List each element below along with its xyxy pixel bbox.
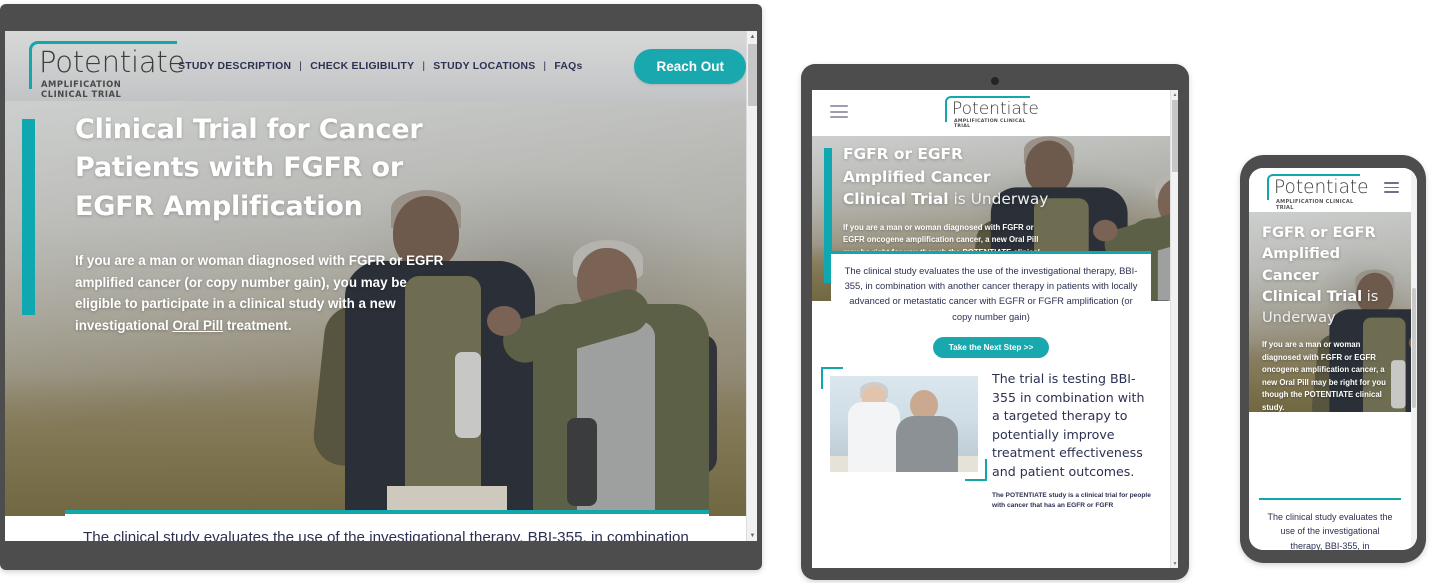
tablet-scrollbar-thumb[interactable] (1172, 100, 1178, 172)
scroll-up-arrow-icon[interactable]: ▲ (1171, 90, 1178, 99)
mobile-study-panel-text: The clinical study evaluates the use of … (1267, 512, 1393, 550)
nav-item-faqs[interactable]: FAQs (554, 61, 582, 72)
hero-heading: FGFR or EGFR Amplified Cancer Clinical T… (843, 143, 1058, 211)
tablet-camera-icon (991, 77, 999, 85)
tablet-study-panel-text: The clinical study evaluates the use of … (844, 265, 1138, 322)
logo-wordmark: Potentiate (1274, 177, 1369, 198)
mobile-viewport: Potentiate AMPLIFICATION CLINICAL TRIAL (1249, 168, 1411, 550)
desktop-site-header: Potentiate AMPLIFICATION CLINICAL TRIAL … (5, 31, 746, 101)
tablet-screen: Potentiate AMPLIFICATION CLINICAL TRIAL (812, 90, 1178, 568)
hero-copy-block: Clinical Trial for Cancer Patients with … (75, 111, 475, 337)
tablet-viewport: Potentiate AMPLIFICATION CLINICAL TRIAL (812, 90, 1170, 568)
logo-tagline: AMPLIFICATION CLINICAL TRIAL (1276, 199, 1354, 211)
take-next-step-button[interactable]: Take the Next Step >> (932, 336, 1050, 358)
doctor-patient-photo (830, 376, 978, 472)
nav-separator: | (422, 60, 426, 72)
tablet-study-panel: The clinical study evaluates the use of … (831, 251, 1151, 372)
tablet-lower-section: The trial is testing BBI-355 in combinat… (812, 358, 1170, 511)
hero-heading-line-3-bold: Clinical Trial (1262, 287, 1363, 305)
hero-heading-line-2: Patients with FGFR or (75, 152, 403, 184)
hero-heading-line-2: Amplified Cancer (1262, 245, 1341, 284)
hero-heading-line-4-light: Underway (1262, 309, 1336, 327)
nav-item-study-locations[interactable]: STUDY LOCATIONS (433, 61, 535, 72)
desktop-viewport: Potentiate AMPLIFICATION CLINICAL TRIAL … (5, 31, 746, 541)
hero-accent-bar (22, 119, 35, 315)
tablet-lower-heading: The trial is testing BBI-355 in combinat… (992, 371, 1145, 479)
hero-heading-line-2: Amplified Cancer (843, 167, 991, 186)
logo-wordmark: Potentiate (952, 99, 1039, 119)
desktop-screen: Potentiate AMPLIFICATION CLINICAL TRIAL … (5, 31, 757, 541)
hamburger-menu-icon[interactable] (1384, 182, 1399, 193)
hero-paragraph: If you are a man or woman diagnosed with… (75, 250, 447, 337)
desktop-main-nav: STUDY DESCRIPTION | CHECK ELIGIBILITY | … (178, 61, 582, 72)
tablet-scrollbar[interactable]: ▲ ▼ (1170, 90, 1178, 568)
hero-paragraph: If you are a man or woman diagnosed with… (1262, 340, 1386, 412)
hero-copy-block: FGFR or EGFR Amplified Cancer Clinical T… (1262, 222, 1392, 412)
mobile-device-frame: Potentiate AMPLIFICATION CLINICAL TRIAL (1240, 155, 1426, 563)
desktop-scrollbar-thumb[interactable] (748, 44, 757, 106)
mobile-study-panel: The clinical study evaluates the use of … (1259, 498, 1401, 550)
hero-heading: Clinical Trial for Cancer Patients with … (75, 111, 475, 226)
tablet-site-header: Potentiate AMPLIFICATION CLINICAL TRIAL (812, 90, 1170, 136)
hamburger-menu-icon[interactable] (830, 105, 848, 118)
responsive-mockup-stage: Potentiate AMPLIFICATION CLINICAL TRIAL … (0, 0, 1446, 583)
hero-oral-pill-link[interactable]: Oral Pill (172, 318, 223, 333)
desktop-study-panel-text: The clinical study evaluates the use of … (83, 529, 689, 541)
mobile-scrollbar-thumb[interactable] (1412, 288, 1416, 408)
hero-heading-line-3-bold: Clinical Trial (843, 190, 949, 209)
nav-separator: | (299, 60, 303, 72)
hero-heading-line-3-light: is Underway (948, 190, 1049, 209)
mobile-scrollbar[interactable] (1411, 168, 1417, 550)
nav-item-study-description[interactable]: STUDY DESCRIPTION (178, 61, 291, 72)
tablet-lower-fine-print: The POTENTIATE study is a clinical trial… (992, 492, 1151, 509)
reach-out-button[interactable]: Reach Out (634, 48, 746, 84)
mobile-hero-section: FGFR or EGFR Amplified Cancer Clinical T… (1249, 212, 1411, 412)
desktop-study-panel: The clinical study evaluates the use of … (65, 510, 709, 541)
hero-heading-line-1: Clinical Trial for Cancer (75, 114, 423, 145)
scroll-down-arrow-icon[interactable]: ▼ (747, 530, 757, 541)
nav-separator: | (543, 60, 547, 72)
hero-heading-line-1: FGFR or EGFR (1262, 224, 1376, 241)
hero-heading-line-3: EGFR Amplification (75, 190, 363, 222)
scroll-up-arrow-icon[interactable]: ▲ (747, 31, 757, 42)
tablet-device-frame: Potentiate AMPLIFICATION CLINICAL TRIAL (801, 64, 1189, 580)
hero-heading-line-3-light: is (1362, 287, 1379, 305)
brand-logo[interactable]: Potentiate AMPLIFICATION CLINICAL TRIAL (1265, 172, 1373, 211)
desktop-hero-section: Clinical Trial for Cancer Patients with … (5, 101, 746, 516)
scroll-down-arrow-icon[interactable]: ▼ (1171, 559, 1178, 568)
hero-paragraph-post: treatment. (223, 318, 292, 334)
mobile-site-header: Potentiate AMPLIFICATION CLINICAL TRIAL (1249, 168, 1411, 212)
logo-wordmark: Potentiate (39, 45, 186, 79)
logo-tagline: AMPLIFICATION CLINICAL TRIAL (41, 79, 122, 99)
mobile-screen: Potentiate AMPLIFICATION CLINICAL TRIAL (1249, 168, 1417, 550)
logo-tagline: AMPLIFICATION CLINICAL TRIAL (954, 119, 1026, 129)
desktop-device-frame: Potentiate AMPLIFICATION CLINICAL TRIAL … (0, 4, 762, 570)
doctor-patient-photo-frame (821, 367, 987, 481)
brand-logo[interactable]: Potentiate AMPLIFICATION CLINICAL TRIAL (27, 39, 185, 99)
hero-heading: FGFR or EGFR Amplified Cancer Clinical T… (1262, 222, 1392, 328)
hero-heading-line-1: FGFR or EGFR (843, 145, 963, 163)
nav-item-check-eligibility[interactable]: CHECK ELIGIBILITY (310, 61, 414, 72)
desktop-scrollbar[interactable]: ▲ ▼ (746, 31, 757, 541)
brand-logo[interactable]: Potentiate AMPLIFICATION CLINICAL TRIAL (943, 94, 1039, 132)
tablet-lower-copy: The trial is testing BBI-355 in combinat… (992, 370, 1152, 511)
